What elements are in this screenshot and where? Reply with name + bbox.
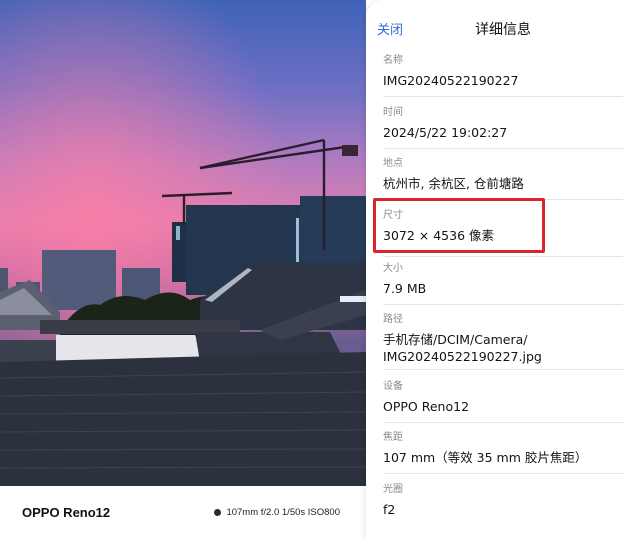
- field-value-line2: IMG20240522190227.jpg: [383, 349, 542, 364]
- photo-preview: [0, 0, 366, 486]
- field-size: 大小 7.9 MB: [383, 262, 623, 305]
- field-focal-length: 焦距 107 mm（等效 35 mm 胶片焦距）: [383, 431, 623, 474]
- field-time: 时间 2024/5/22 19:02:27: [383, 106, 623, 149]
- field-name: 名称 IMG20240522190227: [383, 54, 623, 97]
- field-value: 手机存储/DCIM/Camera/: [383, 332, 528, 347]
- field-label: 光圈: [383, 484, 403, 495]
- field-label: 时间: [383, 107, 403, 118]
- field-value: IMG20240522190227: [383, 73, 519, 88]
- field-label: 大小: [383, 263, 403, 274]
- field-value: 107 mm（等效 35 mm 胶片焦距）: [383, 450, 588, 465]
- field-value: OPPO Reno12: [383, 399, 470, 414]
- field-value: f2: [383, 502, 396, 517]
- sunset-photo: [0, 0, 366, 486]
- field-device: 设备 OPPO Reno12: [383, 380, 623, 423]
- field-label: 设备: [383, 381, 403, 392]
- watermark-params-text: 107mm f/2.0 1/50s ISO800: [226, 507, 340, 518]
- watermark-camera-params: 107mm f/2.0 1/50s ISO800: [214, 507, 340, 518]
- field-label: 焦距: [383, 432, 403, 443]
- field-value: 杭州市, 余杭区, 仓前塘路: [383, 176, 524, 191]
- highlight-box: [373, 198, 545, 253]
- field-label: 地点: [383, 158, 403, 169]
- field-label: 路径: [383, 314, 403, 325]
- field-label: 名称: [383, 55, 403, 66]
- field-value: 2024/5/22 19:02:27: [383, 125, 508, 140]
- field-value: 7.9 MB: [383, 281, 427, 296]
- field-path: 路径 手机存储/DCIM/Camera/ IMG20240522190227.j…: [383, 313, 623, 370]
- photo-watermark-bar: OPPO Reno12 107mm f/2.0 1/50s ISO800: [0, 486, 366, 538]
- panel-title: 详细信息: [475, 22, 531, 38]
- field-aperture: 光圈 f2: [383, 483, 623, 526]
- field-location: 地点 杭州市, 余杭区, 仓前塘路: [383, 157, 623, 200]
- watermark-device-name: OPPO Reno12: [22, 505, 111, 520]
- dot-icon: [214, 509, 222, 516]
- details-panel: 关闭 详细信息 名称 IMG20240522190227 时间 2024/5/2…: [366, 0, 640, 538]
